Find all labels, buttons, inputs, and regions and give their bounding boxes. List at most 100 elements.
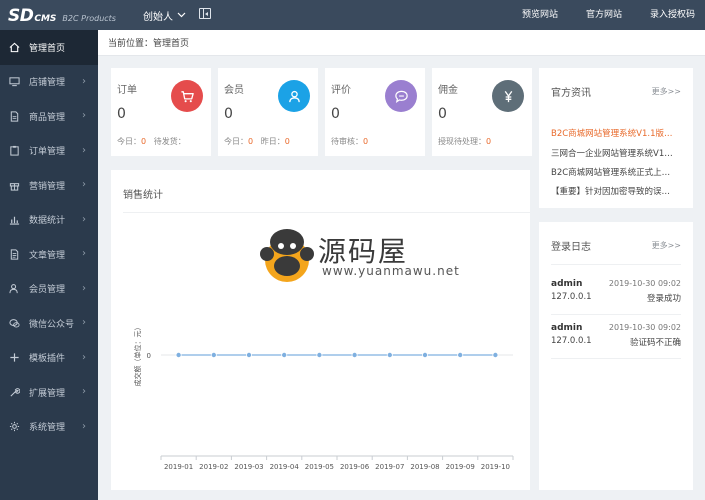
bar-chart-icon <box>9 214 20 225</box>
more-link[interactable]: 更多>> <box>652 240 681 251</box>
chevron-right-icon: › <box>82 282 86 294</box>
more-link[interactable]: 更多>> <box>652 86 681 97</box>
user-name: 创始人 <box>143 12 173 23</box>
stat-title: 会员 <box>224 85 244 96</box>
gear-icon <box>9 421 20 432</box>
log-status: 验证码不正确 <box>629 338 681 348</box>
monitor-icon <box>9 76 20 87</box>
x-tick-label: 2019-03 <box>234 463 263 471</box>
user-menu[interactable]: 创始人 <box>143 8 186 23</box>
data-point <box>281 351 288 358</box>
stat-footer: 授现待处理：0 <box>438 136 530 147</box>
sidebar-item-store[interactable]: 店铺管理 › <box>0 65 98 100</box>
sidebar-item-label: 营销管理 <box>29 181 66 192</box>
sidebar-item-label: 订单管理 <box>29 147 66 158</box>
sidebar-item-orders[interactable]: 订单管理 › <box>0 134 98 169</box>
x-tick-label: 2019-08 <box>410 463 439 471</box>
stat-foot-value: 0 <box>486 137 492 146</box>
watermark-url: www.yuanmawu.net <box>322 264 460 278</box>
sidebar-item-products[interactable]: 商品管理 › <box>0 99 98 134</box>
cart-icon[interactable] <box>171 80 203 112</box>
preview-site-link[interactable]: 预览网站 <box>512 0 568 30</box>
sidebar-collapse-icon[interactable] <box>199 8 211 19</box>
stat-value: 0 <box>438 106 447 122</box>
sidebar-item-templates[interactable]: 模板插件 › <box>0 341 98 376</box>
sidebar-item-label: 文章管理 <box>29 250 66 261</box>
news-item[interactable]: B2C商城网站管理系统V1.1版… <box>551 127 676 139</box>
logo-tagline: B2C Products <box>62 14 116 23</box>
user-icon[interactable] <box>278 80 310 112</box>
sidebar-item-label: 系统管理 <box>29 423 66 434</box>
stat-title: 评价 <box>331 85 351 96</box>
stat-foot-label: 今日： <box>117 137 141 146</box>
news-item[interactable]: 三网合一企业网站管理系统V1… <box>551 147 676 159</box>
x-tick-label: 2019-07 <box>375 463 404 471</box>
log-entry: admin 2019-10-30 09:02 127.0.0.1 登录成功 <box>551 279 681 319</box>
official-news-panel: 官方资讯 更多>> B2C商城网站管理系统V1.1版… 三网合一企业网站管理系统… <box>539 68 693 208</box>
stat-foot-value: 0 <box>363 137 369 146</box>
yen-icon[interactable] <box>492 80 524 112</box>
data-point <box>421 351 428 358</box>
stat-foot-value: 0 <box>141 137 147 146</box>
divider <box>551 264 681 265</box>
x-tick-label: 2019-05 <box>305 463 334 471</box>
data-point <box>210 351 217 358</box>
chevron-right-icon: › <box>82 386 86 397</box>
sidebar-item-extensions[interactable]: 扩展管理 › <box>0 375 98 410</box>
sidebar-item-articles[interactable]: 文章管理 › <box>0 237 98 272</box>
stat-card-reviews: 评价 0 待审核：0 <box>325 68 425 156</box>
sidebar: 管理首页 店铺管理 › 商品管理 › 订单管理 › 营销管理 › 数据统计 › … <box>0 30 98 500</box>
stat-card-commission: 佣金 0 授现待处理：0 <box>432 68 532 156</box>
sidebar-item-label: 管理首页 <box>29 43 66 54</box>
data-point <box>316 351 323 358</box>
official-site-link[interactable]: 官方网站 <box>576 0 632 30</box>
stat-foot-label: 今日： <box>224 137 248 146</box>
stat-foot-label: 待审核： <box>331 137 363 146</box>
logo-sub: CMS <box>34 14 57 24</box>
log-user: admin <box>551 279 583 289</box>
data-point <box>175 351 182 358</box>
chevron-right-icon: › <box>82 248 86 259</box>
sales-line-chart: 0 成交额（单位：元） 2019-01 2019-02 2019-03 2019-04 20… <box>133 324 514 471</box>
chat-icon[interactable] <box>385 80 417 112</box>
y-tick-label: 0 <box>147 352 151 360</box>
breadcrumb: 当前位置：管理首页 <box>98 30 705 56</box>
sidebar-item-wechat[interactable]: 微信公众号 › <box>0 306 98 341</box>
x-tick-label: 2019-01 <box>164 463 193 471</box>
x-tick-label: 2019-04 <box>270 463 300 471</box>
y-axis-label: 成交额（单位：元） <box>133 324 142 387</box>
stat-foot-label: 授现待处理： <box>438 137 486 146</box>
news-item[interactable]: 【重要】针对因加密导致的误… <box>551 185 676 197</box>
log-status: 登录成功 <box>646 294 681 304</box>
wrench-icon <box>9 387 20 398</box>
data-point <box>457 351 464 358</box>
chevron-right-icon: › <box>82 213 86 225</box>
stat-title: 佣金 <box>438 85 458 96</box>
x-tick-label: 2019-09 <box>446 463 475 471</box>
top-links: 预览网站 官方网站 录入授权码 <box>512 0 705 30</box>
sidebar-item-system[interactable]: 系统管理 › <box>0 410 98 445</box>
enter-license-link[interactable]: 录入授权码 <box>640 0 705 30</box>
sidebar-item-dashboard[interactable]: 管理首页 <box>0 30 98 65</box>
plus-icon <box>9 352 20 363</box>
news-item[interactable]: B2C商城网站管理系统正式上… <box>551 166 676 178</box>
sidebar-item-label: 店铺管理 <box>29 78 66 89</box>
panel-title: 官方资讯 <box>551 88 591 99</box>
chevron-right-icon: › <box>82 75 86 87</box>
logo[interactable]: SD CMS B2C Products <box>8 5 116 25</box>
sidebar-item-marketing[interactable]: 营销管理 › <box>0 168 98 203</box>
log-ip: 127.0.0.1 <box>551 292 592 302</box>
stat-footer: 待审核：0 <box>331 136 423 147</box>
x-tick-label: 2019-10 <box>481 463 510 471</box>
log-time: 2019-10-30 09:02 <box>608 323 681 332</box>
stat-footer: 今日：0 待发货： <box>117 136 209 147</box>
sidebar-item-members[interactable]: 会员管理 › <box>0 272 98 307</box>
sidebar-item-statistics[interactable]: 数据统计 › <box>0 203 98 238</box>
sidebar-item-label: 扩展管理 <box>29 388 66 399</box>
stat-card-members: 会员 0 今日：0 昨日：0 <box>218 68 318 156</box>
log-ip: 127.0.0.1 <box>551 336 592 346</box>
log-entry: admin 2019-10-30 09:02 127.0.0.1 验证码不正确 <box>551 323 681 363</box>
top-bar: SD CMS B2C Products 创始人 预览网站 官方网站 录入授权码 <box>0 0 705 30</box>
chevron-right-icon: › <box>82 420 86 432</box>
chevron-right-icon: › <box>82 317 86 328</box>
